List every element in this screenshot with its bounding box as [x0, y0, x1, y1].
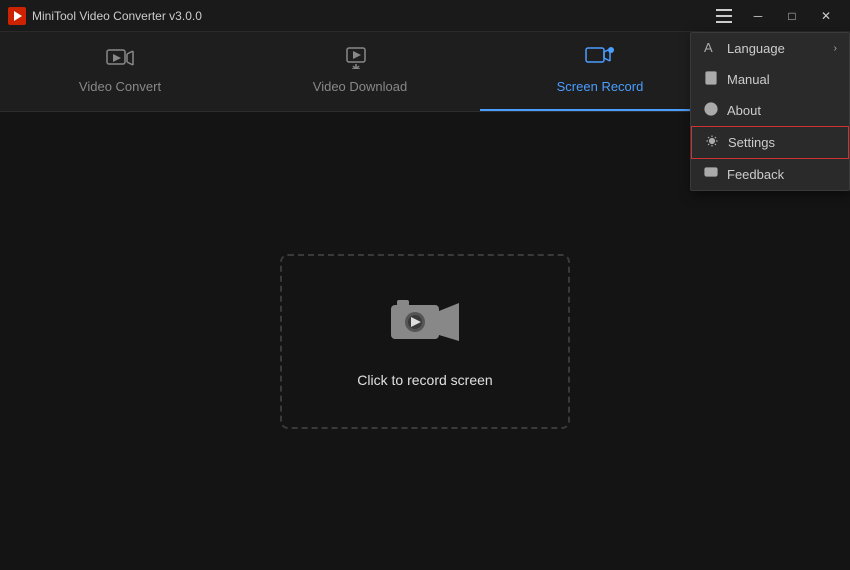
- app-logo-icon: [8, 7, 26, 25]
- tab-video-download[interactable]: Video Download: [240, 32, 480, 111]
- menu-settings-label: Settings: [728, 135, 775, 150]
- menu-feedback-label: Feedback: [727, 167, 784, 182]
- language-arrow-icon: ›: [834, 43, 837, 54]
- record-camera-icon: [389, 295, 461, 356]
- menu-button[interactable]: [708, 4, 740, 28]
- menu-item-about[interactable]: About: [691, 95, 849, 126]
- menu-item-feedback[interactable]: Feedback: [691, 159, 849, 190]
- about-icon: [703, 102, 719, 119]
- close-button[interactable]: ✕: [810, 4, 842, 28]
- menu-language-label: Language: [727, 41, 785, 56]
- title-bar-controls: ─ □ ✕: [708, 4, 842, 28]
- minimize-button[interactable]: ─: [742, 4, 774, 28]
- language-icon: A: [703, 40, 719, 57]
- maximize-button[interactable]: □: [776, 4, 808, 28]
- svg-text:A: A: [704, 40, 713, 54]
- tab-video-convert-label: Video Convert: [79, 79, 161, 94]
- app-title: MiniTool Video Converter v3.0.0: [32, 9, 202, 23]
- tab-screen-record[interactable]: Screen Record: [480, 32, 720, 111]
- tab-video-convert[interactable]: Video Convert: [0, 32, 240, 111]
- dropdown-menu: A Language › Manual About: [690, 32, 850, 191]
- title-bar: MiniTool Video Converter v3.0.0 ─ □ ✕: [0, 0, 850, 32]
- feedback-icon: [703, 166, 719, 183]
- record-label: Click to record screen: [357, 372, 492, 388]
- menu-item-language[interactable]: A Language ›: [691, 33, 849, 64]
- tab-screen-record-label: Screen Record: [557, 79, 644, 94]
- menu-item-manual[interactable]: Manual: [691, 64, 849, 95]
- settings-icon: [704, 134, 720, 151]
- manual-icon: [703, 71, 719, 88]
- record-area[interactable]: Click to record screen: [280, 254, 570, 429]
- video-convert-icon: [106, 47, 134, 73]
- title-bar-left: MiniTool Video Converter v3.0.0: [8, 7, 202, 25]
- screen-record-icon: [585, 47, 615, 73]
- menu-item-settings[interactable]: Settings: [691, 126, 849, 159]
- video-download-icon: [346, 47, 374, 73]
- menu-about-label: About: [727, 103, 761, 118]
- menu-manual-label: Manual: [727, 72, 770, 87]
- tab-video-download-label: Video Download: [313, 79, 407, 94]
